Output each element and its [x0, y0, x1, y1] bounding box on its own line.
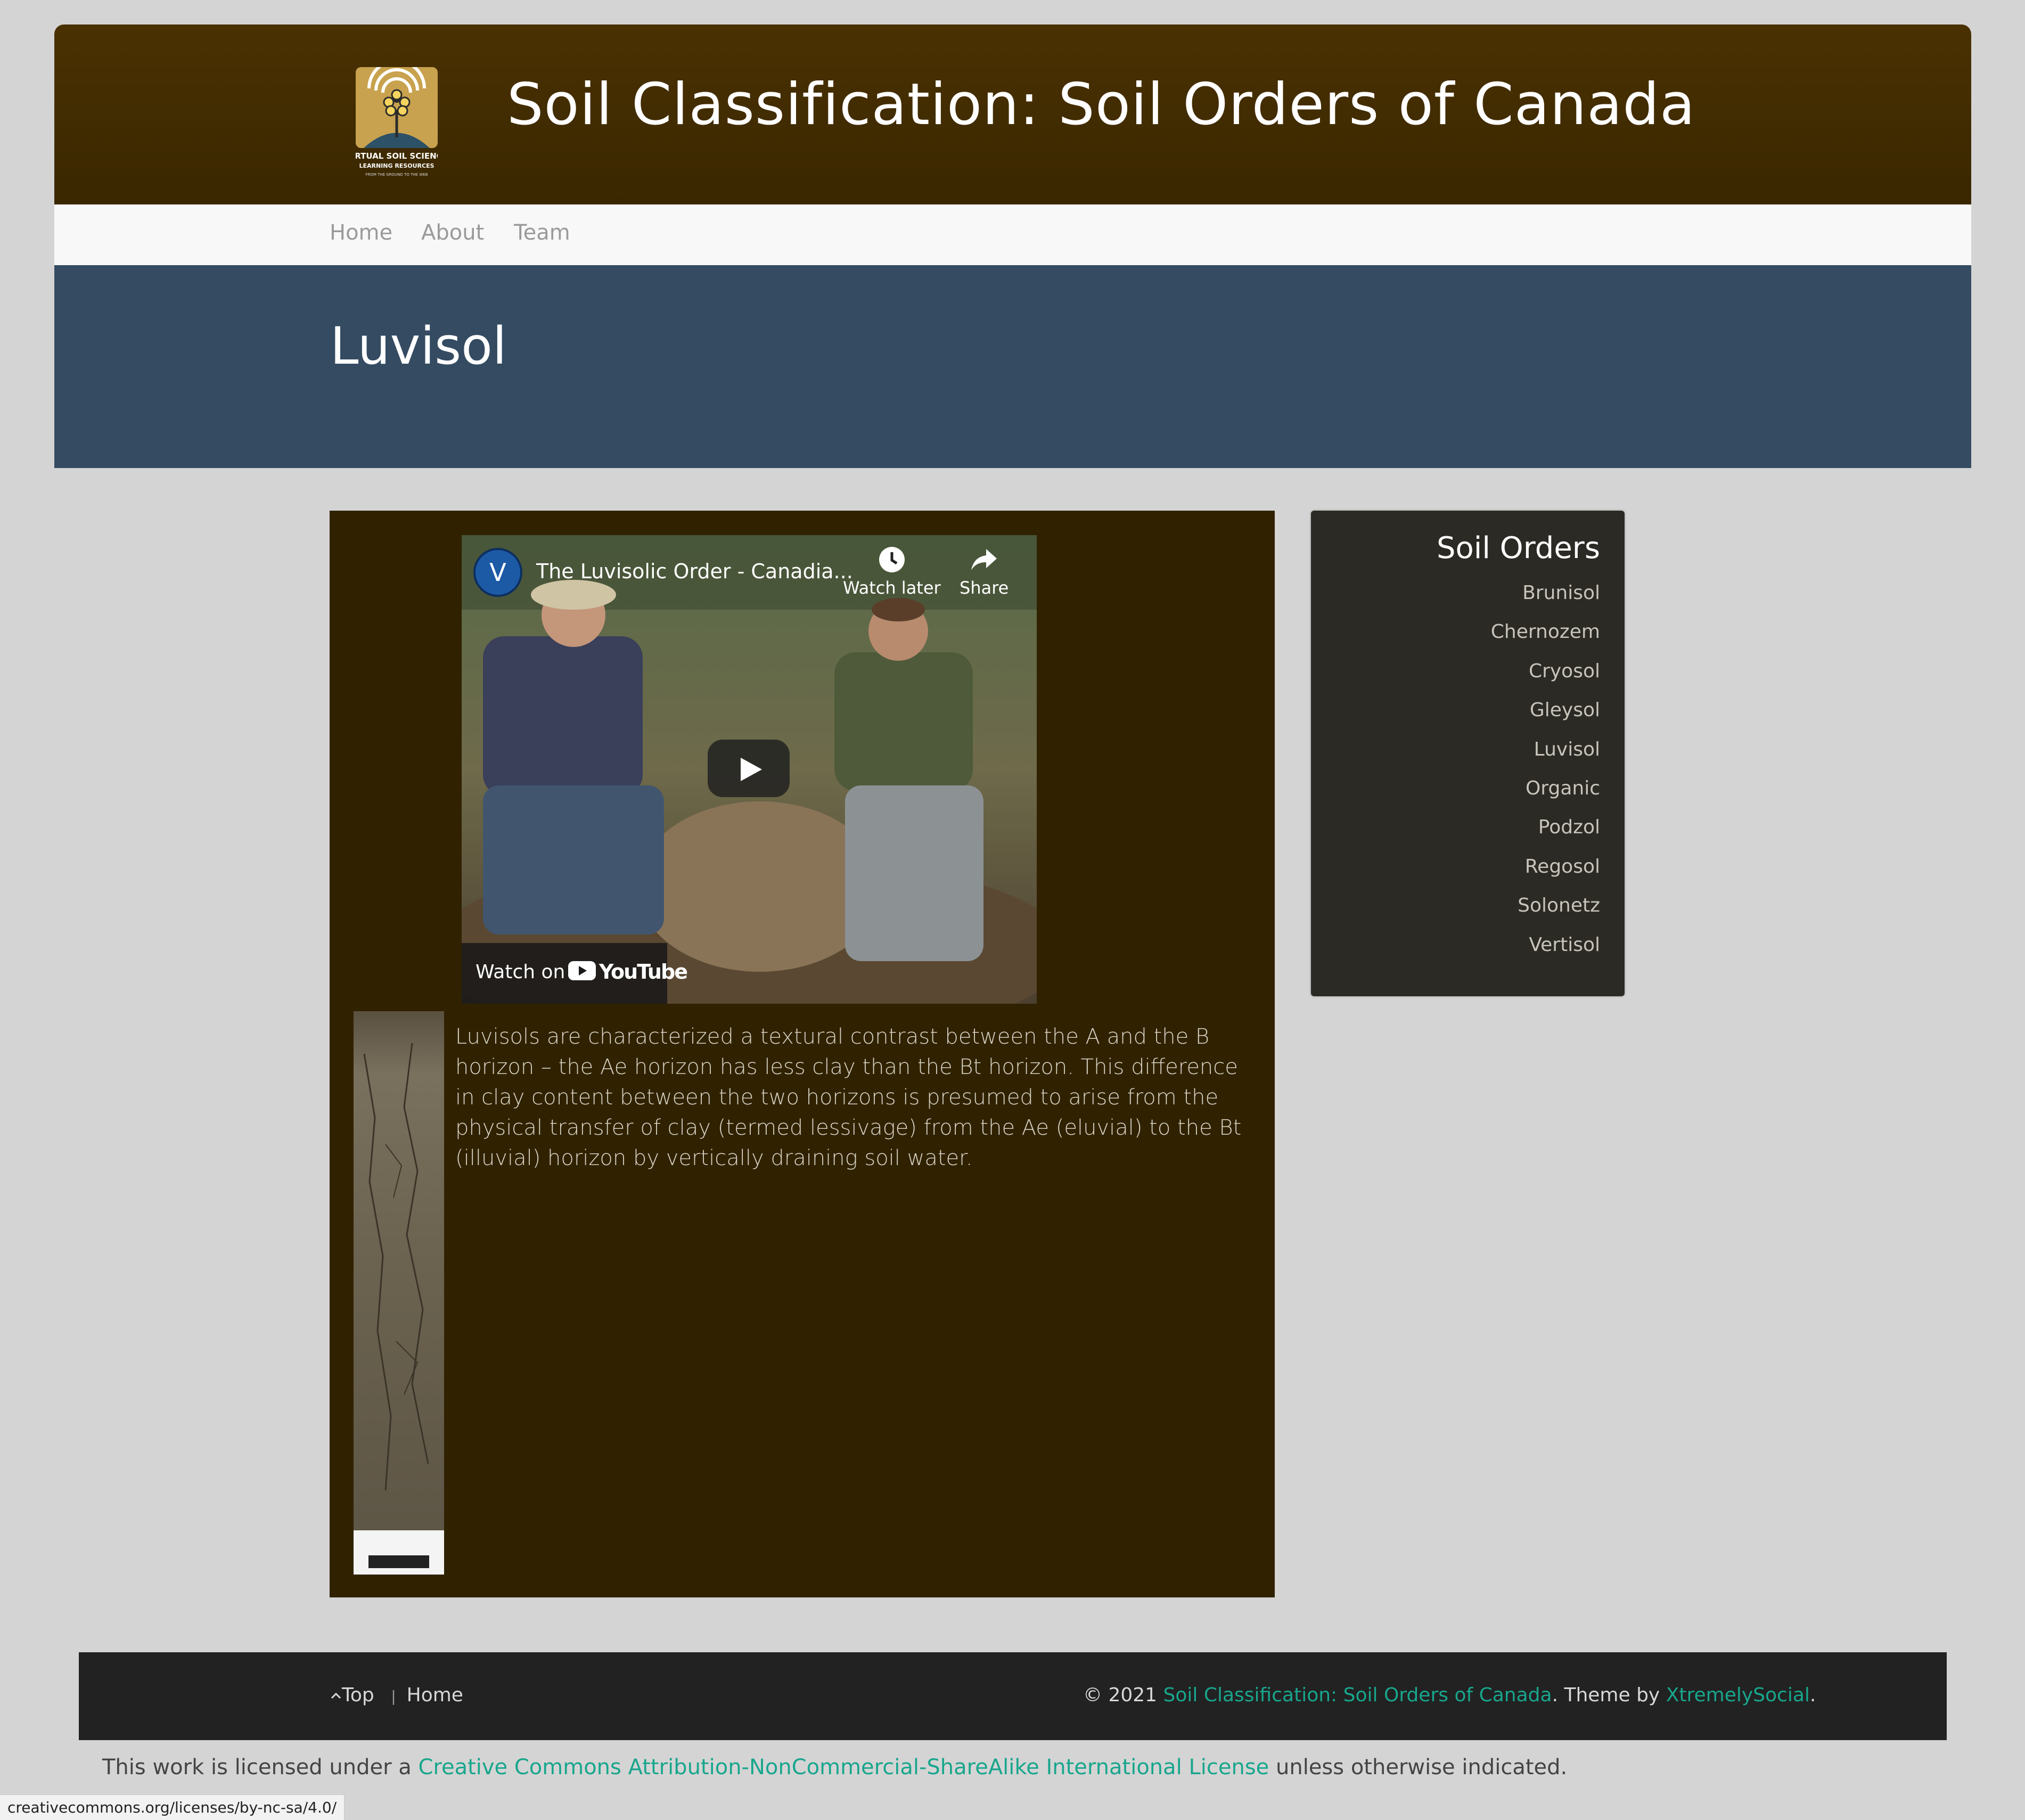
sidebar-item-regosol[interactable]: Regosol	[1491, 854, 1600, 892]
browser-status-url: creativecommons.org/licenses/by-nc-sa/4.…	[0, 1794, 345, 1820]
chevron-up-icon	[331, 1692, 341, 1699]
back-to-top-link[interactable]: Top	[330, 1684, 380, 1706]
nav-team[interactable]: Team	[514, 220, 570, 245]
soil-profile-image[interactable]	[354, 1011, 444, 1575]
youtube-play-icon	[568, 961, 596, 980]
channel-avatar[interactable]: V	[473, 548, 522, 597]
svg-text:LEARNING RESOURCES: LEARNING RESOURCES	[359, 162, 434, 169]
watch-later-label: Watch later	[843, 578, 941, 598]
main-content: V The Luvisolic Order - Canadia... Watch…	[330, 511, 1275, 1597]
video-title[interactable]: The Luvisolic Order - Canadia...	[536, 560, 853, 583]
sidebar-item-cryosol[interactable]: Cryosol	[1491, 658, 1600, 697]
sidebar-title: Soil Orders	[1436, 531, 1600, 565]
play-button[interactable]	[708, 740, 790, 797]
share-arrow-icon	[971, 549, 997, 570]
footer-home-link[interactable]: Home	[407, 1684, 463, 1706]
sidebar-item-brunisol[interactable]: Brunisol	[1491, 580, 1600, 619]
sidebar-item-vertisol[interactable]: Vertisol	[1491, 932, 1600, 971]
license-notice: This work is licensed under a Creative C…	[102, 1755, 1567, 1780]
sidebar-item-organic[interactable]: Organic	[1491, 775, 1600, 814]
footer-links: Top | Home	[330, 1684, 463, 1706]
sidebar-item-chernozem[interactable]: Chernozem	[1491, 619, 1600, 658]
watch-later-button[interactable]: Watch later	[843, 546, 941, 598]
youtube-wordmark: YouTube	[599, 960, 688, 983]
back-to-top-label: Top	[342, 1684, 374, 1706]
theme-by-label: . Theme by	[1552, 1684, 1660, 1706]
copyright-year: © 2021	[1083, 1684, 1158, 1706]
soil-orders-sidebar: Soil Orders Brunisol Chernozem Cryosol G…	[1311, 511, 1625, 996]
watch-on-youtube-link[interactable]: Watch on YouTube	[462, 943, 688, 1004]
license-suffix: unless otherwise indicated.	[1276, 1755, 1568, 1780]
license-link[interactable]: Creative Commons Attribution-NonCommerci…	[418, 1755, 1269, 1780]
footer-copyright: © 2021 Soil Classification: Soil Orders …	[1083, 1684, 1816, 1706]
sidebar-item-luvisol[interactable]: Luvisol	[1491, 736, 1600, 775]
svg-text:FROM THE GROUND TO THE WEB: FROM THE GROUND TO THE WEB	[366, 173, 428, 177]
theme-author-link[interactable]: XtremelySocial	[1666, 1684, 1810, 1706]
soil-orders-list: Brunisol Chernozem Cryosol Gleysol Luvis…	[1491, 580, 1600, 971]
site-title[interactable]: Soil Classification: Soil Orders of Cana…	[507, 71, 1695, 138]
watch-on-label: Watch on	[475, 961, 565, 983]
page-hero: Luvisol	[54, 265, 1971, 468]
site-header: VIRTUAL SOIL SCIENCE LEARNING RESOURCES …	[54, 24, 1971, 204]
site-logo[interactable]: VIRTUAL SOIL SCIENCE LEARNING RESOURCES …	[356, 67, 438, 179]
sidebar-item-podzol[interactable]: Podzol	[1491, 814, 1600, 853]
site-footer: Top | Home © 2021 Soil Classification: So…	[79, 1652, 1947, 1740]
share-button[interactable]: Share	[960, 546, 1009, 598]
clock-icon	[879, 547, 905, 572]
sidebar-item-gleysol[interactable]: Gleysol	[1491, 697, 1600, 736]
page-title: Luvisol	[330, 316, 507, 376]
sidebar-item-solonetz[interactable]: Solonetz	[1491, 892, 1600, 931]
footer-separator: |	[391, 1687, 396, 1705]
intro-paragraph: Luvisols are characterized a textural co…	[455, 1024, 1242, 1170]
license-prefix: This work is licensed under a	[102, 1755, 412, 1780]
main-nav: Home About Team	[54, 204, 1971, 265]
footer-site-link[interactable]: Soil Classification: Soil Orders of Cana…	[1163, 1684, 1552, 1706]
nav-home[interactable]: Home	[330, 220, 392, 245]
footer-period: .	[1809, 1684, 1816, 1706]
nav-about[interactable]: About	[421, 220, 484, 245]
share-label: Share	[960, 578, 1009, 598]
youtube-embed[interactable]: V The Luvisolic Order - Canadia... Watch…	[462, 535, 1037, 1004]
svg-text:VIRTUAL SOIL SCIENCE: VIRTUAL SOIL SCIENCE	[356, 151, 438, 161]
